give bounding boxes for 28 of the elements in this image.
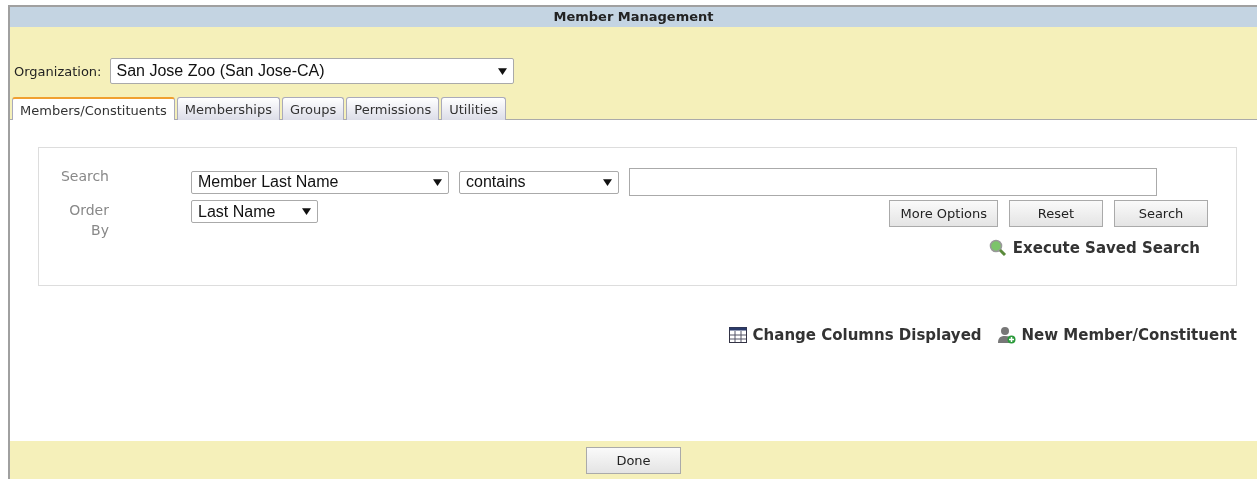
tab[interactable]: Memberships [176, 97, 280, 120]
tab[interactable]: Utilities [441, 97, 507, 120]
action-button[interactable]: Reset [1009, 200, 1103, 227]
tab[interactable]: Permissions [346, 97, 440, 120]
tab[interactable]: Members/Constituents [12, 97, 175, 120]
caret-icon [603, 177, 612, 187]
action-link[interactable]: Change Columns Displayed [728, 326, 982, 344]
table-icon [728, 327, 747, 343]
search-label: Search [59, 168, 109, 186]
action-button[interactable]: More Options [889, 200, 998, 227]
done-button[interactable]: Done [586, 446, 681, 474]
order-by-label: Order By [68, 201, 109, 240]
search-input[interactable] [629, 168, 1157, 196]
search-icon [988, 239, 1007, 257]
window-title: Member Management [10, 7, 1257, 27]
caret-icon [302, 207, 311, 216]
operator-select[interactable]: contains [459, 170, 619, 194]
organization-select[interactable]: San Jose Zoo (San Jose-CA) [109, 58, 514, 84]
tab[interactable]: Groups [281, 97, 345, 120]
action-link[interactable]: New Member/Constituent [997, 326, 1237, 344]
person-add-icon [997, 326, 1016, 344]
organization-label: Organization: [14, 63, 102, 79]
action-button[interactable]: Search [1114, 200, 1208, 227]
field-select[interactable]: Member Last Name [191, 170, 449, 194]
order-select[interactable]: Last Name [191, 200, 318, 223]
caret-icon [433, 177, 442, 187]
caret-icon [497, 66, 507, 76]
saved-search-link[interactable]: Execute Saved Search [988, 239, 1200, 257]
